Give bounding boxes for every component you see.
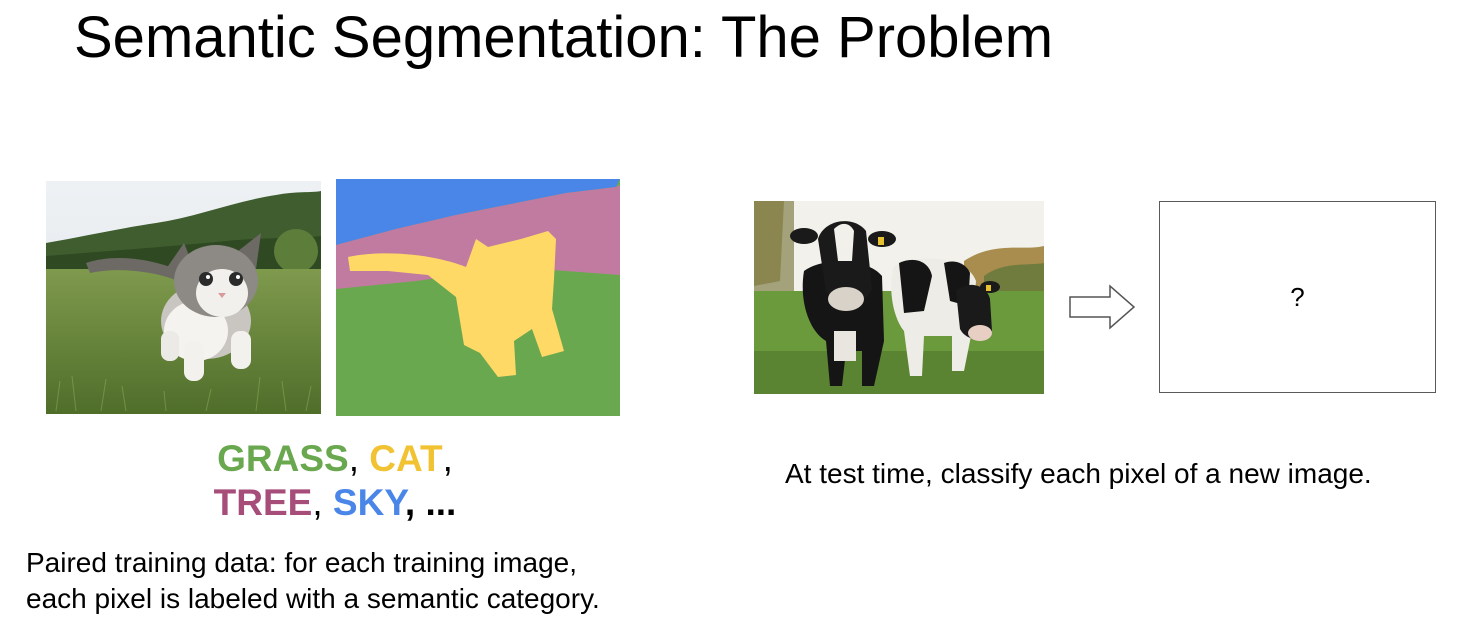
label-cat: CAT: [369, 438, 443, 479]
training-caption-line-2: each pixel is labeled with a semantic ca…: [26, 583, 600, 614]
category-labels: GRASS, CAT, TREE, SKY, ...: [120, 437, 550, 525]
label-grass: GRASS: [217, 438, 349, 479]
slide-title: Semantic Segmentation: The Problem: [74, 5, 1054, 70]
output-question-mark: ?: [1290, 282, 1305, 312]
training-caption-line-1: Paired training data: for each training …: [26, 547, 577, 578]
output-placeholder-box: ?: [1159, 201, 1436, 393]
cat-photo: [46, 181, 321, 414]
cow-photo: [754, 201, 1044, 394]
test-time-caption: At test time, classify each pixel of a n…: [785, 458, 1372, 489]
labels-line-1: GRASS, CAT,: [120, 437, 550, 481]
labels-line-2: TREE, SKY, ...: [120, 481, 550, 525]
label-tree: TREE: [213, 482, 313, 523]
label-separator: ,: [312, 482, 323, 523]
label-sky: SKY: [332, 482, 405, 523]
label-separator: ,: [348, 438, 359, 479]
segmentation-mask-image: [336, 179, 620, 416]
training-caption: Paired training data: for each training …: [26, 545, 600, 617]
label-separator: ,: [442, 438, 453, 479]
label-ellipsis: , ...: [404, 482, 457, 523]
right-arrow-outline-icon: [1068, 284, 1136, 330]
